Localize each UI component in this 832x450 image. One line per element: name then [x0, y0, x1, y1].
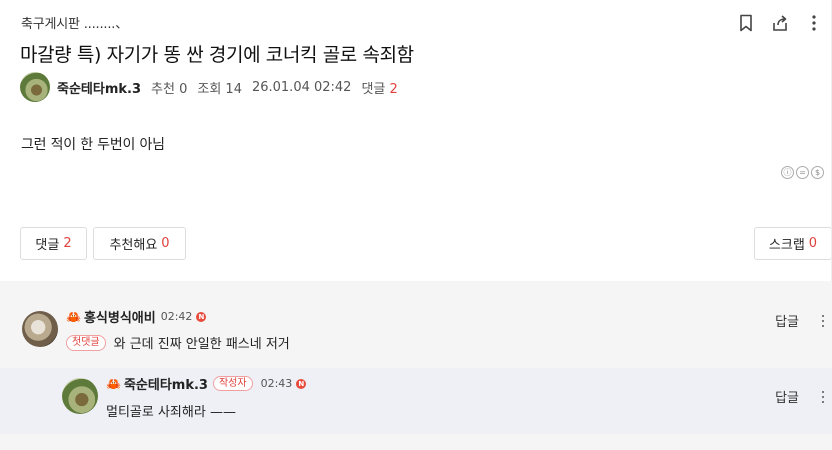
more-vertical-icon[interactable] — [818, 313, 828, 329]
reply-button[interactable]: 답글 — [775, 311, 799, 330]
comment-header: 🦀 죽순테타mk.3 작성자 02:43 N — [106, 374, 307, 393]
first-comment-badge: 첫댓글 — [66, 334, 106, 351]
post-toolbar — [736, 12, 824, 34]
comment-time: 02:43 — [260, 377, 293, 390]
cc-info-icon: ⓘ — [781, 166, 794, 179]
crab-icon: 🦀 — [66, 309, 81, 324]
cc-nd-icon: = — [796, 166, 809, 179]
crab-icon: 🦀 — [106, 376, 121, 391]
comment-time: 02:42 — [160, 310, 193, 323]
cc-nc-icon: $ — [811, 166, 824, 179]
author-avatar[interactable] — [20, 72, 50, 102]
recommend-button[interactable]: 추천해요 0 — [93, 227, 186, 260]
more-vertical-icon[interactable] — [818, 389, 828, 405]
license-icons[interactable]: ⓘ = $ — [781, 166, 824, 179]
recommend-stat: 추천 0 — [151, 81, 188, 97]
post-datetime: 26.01.04 02:42 — [251, 79, 352, 95]
post-title: 마갈량 특) 자기가 똥 싼 경기에 코너킥 골로 속죄함 — [20, 44, 414, 66]
commenter-avatar[interactable] — [62, 378, 98, 414]
breadcrumb[interactable]: 축구게시판 ........、 — [21, 13, 128, 32]
comment-text: 멀티골로 사죄해라 —— — [106, 405, 236, 420]
comment-text: 와 근데 진짜 안일한 패스네 저거 — [113, 337, 290, 352]
reply-button[interactable]: 답글 — [775, 387, 799, 406]
new-badge: N — [196, 311, 207, 322]
post-meta: 죽순테타mk.3 추천 0 조회 14 26.01.04 02:42 댓글 2 — [20, 72, 408, 102]
commenter-avatar[interactable] — [22, 311, 58, 347]
commenter-name[interactable]: 죽순테타mk.3 — [124, 374, 208, 393]
scrap-button[interactable]: 스크랩 0 — [754, 227, 832, 260]
commenter-name[interactable]: 홍식병식애비 — [84, 307, 156, 326]
comment-section: 🦀 홍식병식애비 02:42 N 첫댓글 와 근데 진짜 안일한 패스네 저거 … — [0, 281, 832, 450]
author-name[interactable]: 죽순테타mk.3 — [57, 78, 141, 97]
comment-header: 🦀 홍식병식애비 02:42 N — [66, 307, 207, 326]
comment-body: 멀티골로 사죄해라 —— — [106, 401, 236, 420]
writer-badge: 작성자 — [212, 376, 253, 391]
comment-body: 첫댓글 와 근데 진짜 안일한 패스네 저거 — [66, 333, 290, 352]
bookmark-icon[interactable] — [736, 12, 756, 34]
comment-reply-item: 🦀 죽순테타mk.3 작성자 02:43 N 멀티골로 사죄해라 —— 답글 — [0, 368, 832, 434]
post-body: 그런 적이 한 두번이 아님 — [21, 137, 165, 153]
comments-stat[interactable]: 댓글 2 — [361, 78, 397, 97]
views-stat: 조회 14 — [197, 81, 242, 97]
new-badge: N — [296, 378, 307, 389]
comment-item: 🦀 홍식병식애비 02:42 N 첫댓글 와 근데 진짜 안일한 패스네 저거 … — [0, 301, 832, 365]
more-vertical-icon[interactable] — [804, 12, 824, 34]
comments-button[interactable]: 댓글 2 — [20, 227, 87, 260]
share-icon[interactable] — [770, 12, 790, 34]
